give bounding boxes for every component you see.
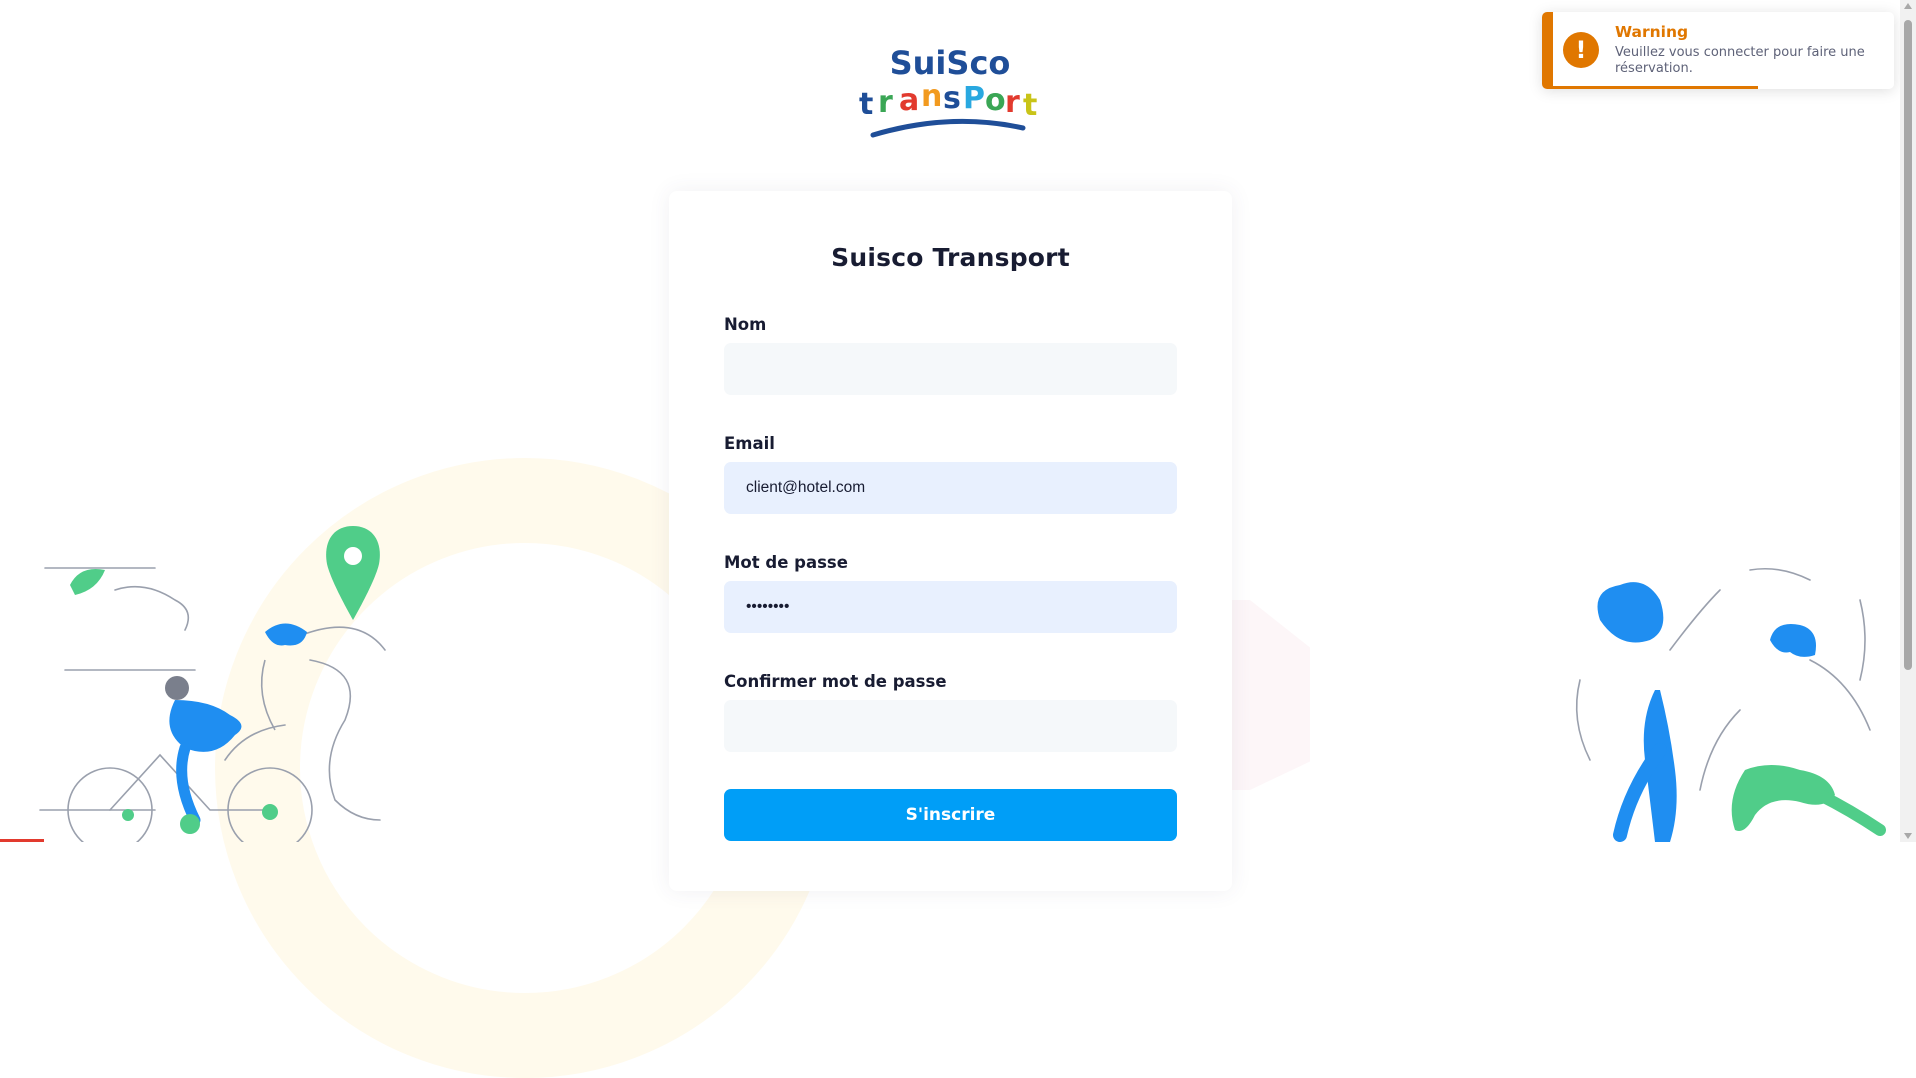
leaf-icon bbox=[70, 569, 105, 595]
email-input[interactable] bbox=[724, 462, 1177, 514]
confirm-password-input[interactable] bbox=[724, 700, 1177, 752]
logo-letter: P bbox=[963, 81, 985, 116]
email-label: Email bbox=[724, 434, 775, 453]
password-input[interactable] bbox=[724, 581, 1177, 633]
logo-letter: r bbox=[1005, 85, 1020, 120]
toast-title: Warning bbox=[1615, 23, 1689, 41]
password-label: Mot de passe bbox=[724, 553, 848, 572]
logo-letter: a bbox=[899, 83, 919, 118]
form-title: Suisco Transport bbox=[831, 243, 1070, 272]
warning-toast[interactable]: ! Warning Veuillez vous connecter pour f… bbox=[1542, 12, 1894, 89]
cyclists-illustration bbox=[39, 526, 386, 842]
exclamation-icon: ! bbox=[1563, 32, 1599, 68]
toast-progress-bar bbox=[1553, 86, 1758, 89]
confirm-password-label: Confirmer mot de passe bbox=[724, 672, 947, 691]
page-scrollbar[interactable] bbox=[1900, 0, 1916, 842]
logo-swoosh bbox=[870, 118, 1026, 138]
signup-card: Suisco Transport Nom Email Mot de passe … bbox=[669, 191, 1232, 891]
name-input[interactable] bbox=[724, 343, 1177, 395]
signup-button[interactable]: S'inscrire bbox=[724, 789, 1177, 841]
name-label: Nom bbox=[724, 315, 767, 334]
logo-letter: t bbox=[1023, 88, 1037, 123]
map-pin-icon bbox=[326, 526, 380, 620]
logo-letter: s bbox=[943, 81, 961, 116]
suisco-transport-logo: SuiSco t r a n s P o r t bbox=[859, 44, 1037, 138]
toast-message: Veuillez vous connecter pour faire une r… bbox=[1615, 45, 1865, 76]
toast-accent-bar bbox=[1542, 12, 1553, 89]
logo-letter: o bbox=[985, 83, 1006, 118]
scrollbar-thumb[interactable] bbox=[1904, 20, 1912, 670]
logo-letter: r bbox=[878, 85, 893, 120]
dancers-illustration bbox=[1575, 567, 1886, 842]
logo-letter: n bbox=[921, 79, 942, 114]
logo-letter: t bbox=[859, 87, 873, 122]
scroll-down-arrow-icon[interactable] bbox=[1904, 833, 1912, 839]
logo-text-line1: SuiSco bbox=[890, 44, 1011, 82]
scroll-up-arrow-icon[interactable] bbox=[1904, 3, 1912, 9]
